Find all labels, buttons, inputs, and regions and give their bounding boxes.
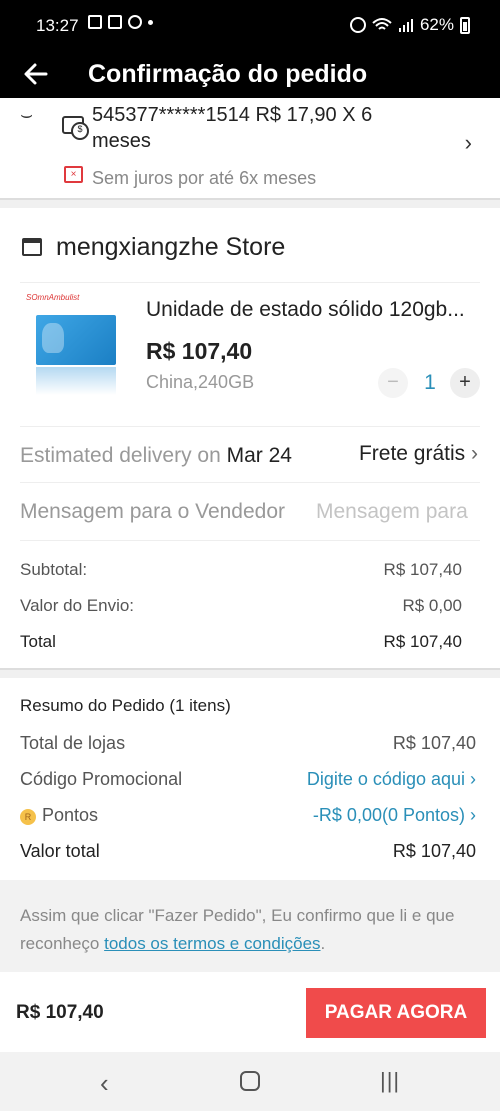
promo-code-label: Código Promocional bbox=[20, 769, 183, 789]
divider bbox=[20, 540, 480, 541]
gallery-icon bbox=[108, 15, 122, 29]
system-navigation-bar: ‹ ||| bbox=[0, 1052, 500, 1111]
terms-notice: Assim que clicar "Fazer Pedido", Eu conf… bbox=[0, 880, 500, 972]
coin-icon: R bbox=[20, 809, 36, 825]
store-name[interactable]: mengxiangzhe Store bbox=[56, 233, 285, 262]
points-value-link[interactable]: -R$ 0,00(0 Pontos) › bbox=[313, 805, 476, 826]
checkout-bar: R$ 107,40 PAGAR AGORA bbox=[0, 972, 500, 1052]
points-row[interactable]: R Pontos -R$ 0,00(0 Pontos) › bbox=[20, 805, 476, 826]
order-summary: Resumo do Pedido (1 itens) Total de loja… bbox=[0, 678, 500, 878]
summary-heading: Resumo do Pedido (1 itens) bbox=[20, 696, 231, 715]
no-interest-icon: × bbox=[64, 166, 83, 183]
product-image[interactable]: SOmnAmbulist bbox=[22, 293, 116, 401]
status-bar: 13:27 62% bbox=[0, 0, 500, 52]
card-installment-text: 545377******1514 R$ 17,90 X 6 meses bbox=[92, 104, 373, 152]
promo-code-row[interactable]: Código Promocional Digite o código aqui … bbox=[20, 769, 476, 790]
shipping-cost-row: Valor do Envio: R$ 0,00 bbox=[20, 596, 462, 616]
seller-message-label: Mensagem para o Vendedor bbox=[20, 500, 286, 523]
alarm-icon bbox=[349, 17, 366, 33]
divider bbox=[20, 482, 480, 483]
checkout-amount: R$ 107,40 bbox=[16, 1002, 104, 1023]
estimated-delivery: Estimated delivery on Mar 24 bbox=[20, 444, 292, 468]
nav-back-icon[interactable]: ‹ bbox=[100, 1068, 109, 1099]
promo-code-link-text: Digite o código aqui bbox=[306, 769, 465, 789]
stores-total-value: R$ 107,40 bbox=[392, 733, 476, 753]
system-icons: 62% bbox=[349, 15, 470, 35]
pay-now-button[interactable]: PAGAR AGORA bbox=[306, 988, 486, 1038]
app-bar: Confirmação do pedido bbox=[0, 52, 500, 98]
terms-link[interactable]: todos os termos e condições bbox=[104, 934, 320, 953]
nav-home-icon[interactable] bbox=[240, 1071, 260, 1091]
estimated-delivery-label: Estimated delivery on bbox=[20, 444, 227, 467]
quantity-value: 1 bbox=[424, 371, 436, 394]
divider bbox=[20, 282, 480, 283]
battery-level: 62% bbox=[419, 15, 454, 34]
divider bbox=[20, 426, 480, 427]
chevron-right-icon: › bbox=[464, 130, 472, 155]
stores-total-label: Total de lojas bbox=[20, 733, 126, 753]
signal-icon bbox=[398, 19, 413, 32]
stores-total-row: Total de lojas R$ 107,40 bbox=[20, 733, 476, 754]
points-label: Pontos bbox=[42, 805, 99, 825]
shipping-cost-value: R$ 0,00 bbox=[402, 596, 462, 615]
product-price: R$ 107,40 bbox=[146, 338, 253, 364]
delivery-date: Mar 24 bbox=[226, 444, 292, 467]
store-total-label: Total bbox=[20, 632, 56, 651]
ssd-image bbox=[36, 315, 116, 365]
subtotal-label: Subtotal: bbox=[20, 560, 88, 579]
subtotal-value: R$ 107,40 bbox=[383, 560, 462, 579]
store-total-row: Total R$ 107,40 bbox=[20, 632, 462, 652]
payment-method-section[interactable]: ⌣ 545377******1514 R$ 17,90 X 6 meses › … bbox=[0, 98, 500, 198]
store-section: mengxiangzhe Store SOmnAmbulist Unidade … bbox=[0, 208, 500, 668]
ssd-reflection bbox=[36, 367, 116, 395]
battery-icon bbox=[460, 16, 470, 34]
shipping-cost-label: Valor do Envio: bbox=[20, 596, 135, 615]
shipping-option[interactable]: Frete grátis › bbox=[359, 442, 478, 466]
product-variant: China,240GB bbox=[146, 372, 255, 392]
wifi-icon bbox=[372, 18, 392, 30]
notification-app-icon bbox=[88, 15, 102, 29]
store-icon bbox=[22, 238, 42, 256]
nav-recent-apps-icon[interactable]: ||| bbox=[380, 1068, 400, 1094]
hand-card-icon: ⌣ bbox=[20, 104, 34, 126]
notification-icons bbox=[88, 15, 153, 29]
no-interest-text: Sem juros por até 6x meses bbox=[92, 168, 317, 188]
card-installment-icon bbox=[62, 116, 89, 140]
product-logo: SOmnAmbulist bbox=[26, 293, 80, 302]
section-divider bbox=[0, 198, 500, 208]
points-label-wrap: R Pontos bbox=[20, 805, 98, 826]
shipping-label: Frete grátis bbox=[358, 442, 466, 465]
quantity-decrease-button[interactable]: − bbox=[378, 368, 408, 398]
terms-suffix: . bbox=[320, 934, 326, 953]
final-total-value: R$ 107,40 bbox=[392, 841, 476, 861]
seller-message-input[interactable] bbox=[316, 496, 478, 528]
page-title: Confirmação do pedido bbox=[88, 60, 368, 88]
quantity-increase-button[interactable]: + bbox=[450, 368, 480, 398]
promo-code-link[interactable]: Digite o código aqui › bbox=[307, 769, 476, 790]
chevron-right-icon: › bbox=[471, 442, 478, 465]
play-icon bbox=[128, 15, 142, 29]
status-time: 13:27 bbox=[36, 16, 79, 35]
section-divider bbox=[0, 668, 500, 678]
subtotal-row: Subtotal: R$ 107,40 bbox=[20, 560, 462, 580]
points-value: -R$ 0,00(0 Pontos) bbox=[312, 805, 465, 825]
more-notifications-icon bbox=[148, 19, 153, 25]
back-arrow-icon[interactable] bbox=[20, 58, 52, 90]
product-title[interactable]: Unidade de estado sólido 120gb... bbox=[146, 298, 486, 322]
final-total-row: Valor total R$ 107,40 bbox=[20, 841, 476, 862]
final-total-label: Valor total bbox=[20, 841, 100, 861]
store-total-value: R$ 107,40 bbox=[383, 632, 462, 651]
